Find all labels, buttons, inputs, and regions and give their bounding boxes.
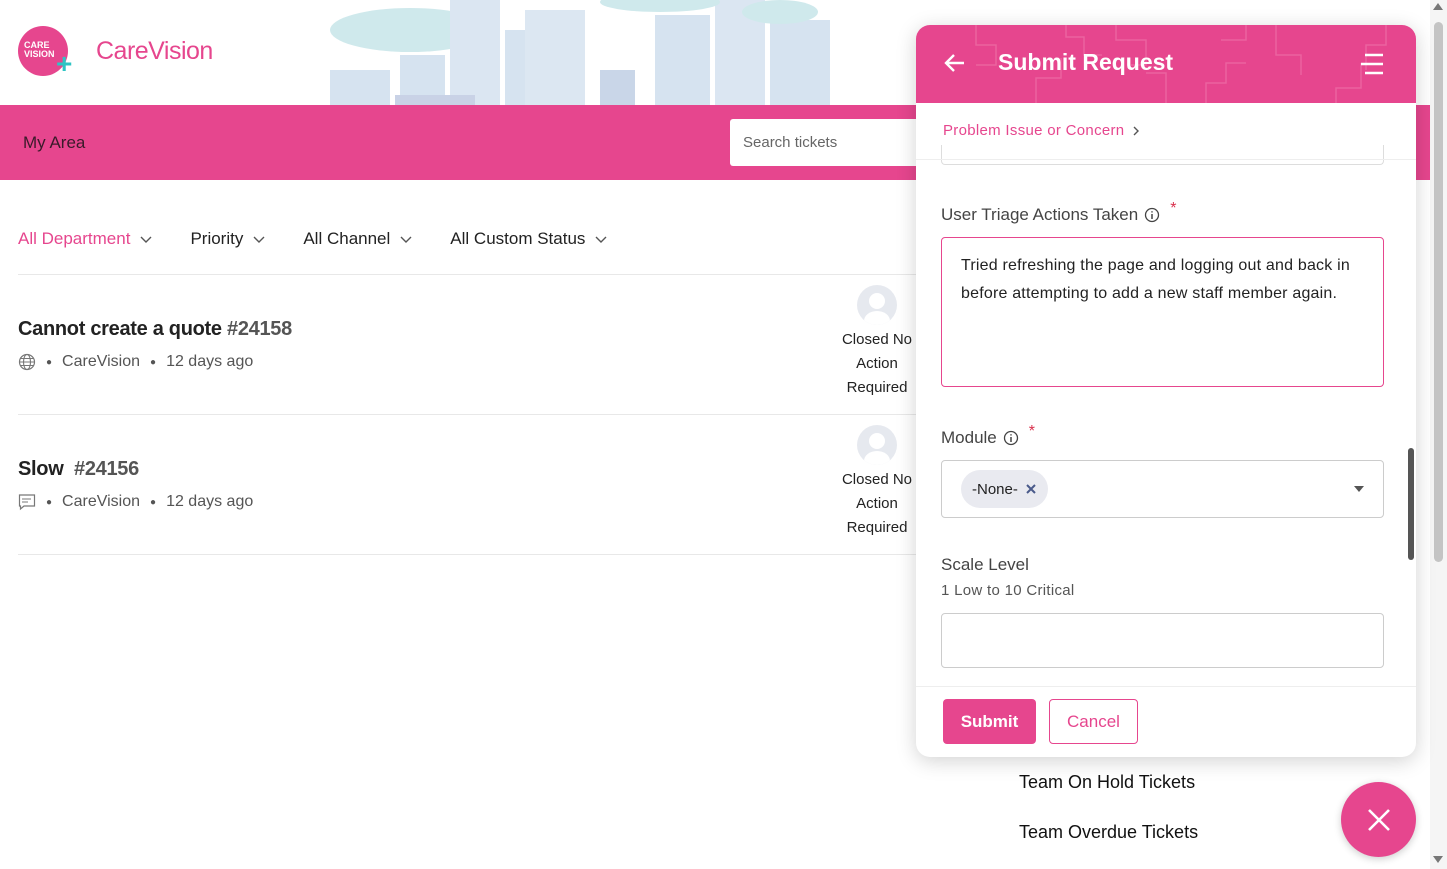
- scrollbar-thumb[interactable]: [1434, 22, 1443, 562]
- logo-plus-icon: +: [56, 48, 73, 79]
- module-chip: -None-: [961, 470, 1048, 508]
- status-text: Closed No: [841, 471, 913, 488]
- close-icon[interactable]: [1025, 483, 1037, 495]
- filter-custom-status[interactable]: All Custom Status: [450, 229, 607, 249]
- avatar: [857, 425, 897, 465]
- field-label: Scale Level: [941, 555, 1029, 574]
- submit-request-panel: Submit Request Problem Issue or Concern …: [916, 25, 1416, 757]
- info-icon[interactable]: [1144, 207, 1160, 223]
- triage-actions-textarea[interactable]: Tried refreshing the page and logging ou…: [941, 237, 1384, 387]
- close-icon: [1367, 808, 1390, 831]
- ticket-meta: ● CareVision ● 12 days ago: [18, 493, 918, 511]
- filter-label: All Channel: [303, 229, 391, 248]
- status-badge: Closed No Action Required: [838, 468, 916, 540]
- cancel-button[interactable]: Cancel: [1049, 699, 1138, 744]
- ticket-age: 12 days ago: [166, 493, 254, 510]
- ticket-source: CareVision: [62, 353, 141, 370]
- required-asterisk: *: [1170, 200, 1177, 217]
- ticket-age: 12 days ago: [166, 353, 254, 370]
- divider: [18, 554, 918, 555]
- module-label: Module *: [941, 423, 1035, 448]
- info-icon[interactable]: [1003, 430, 1019, 446]
- field-label: Module: [941, 428, 997, 447]
- divider: [916, 159, 1416, 160]
- filter-department[interactable]: All Department: [18, 229, 152, 249]
- ticket-title[interactable]: Cannot create a quote #24158: [18, 318, 918, 341]
- panel-header: Submit Request: [916, 25, 1416, 103]
- status-text: Required: [846, 519, 908, 536]
- triage-label: User Triage Actions Taken *: [941, 200, 1176, 225]
- menu-icon[interactable]: [1359, 52, 1385, 76]
- divider: [18, 414, 918, 415]
- area-title: My Area: [23, 133, 86, 152]
- close-fab-button[interactable]: [1341, 782, 1416, 857]
- search-input[interactable]: Search tickets: [730, 119, 930, 166]
- menu-item-team-overdue[interactable]: Team Overdue Tickets: [1019, 822, 1198, 843]
- chevron-down-icon: [253, 236, 265, 243]
- status-badge: Closed No Action Required: [838, 328, 916, 400]
- separator-dot: ●: [150, 356, 157, 368]
- panel-scrollbar-thumb[interactable]: [1408, 448, 1414, 560]
- separator-dot: ●: [150, 496, 157, 508]
- page-scrollbar[interactable]: [1430, 0, 1447, 869]
- scale-label: Scale Level: [941, 555, 1029, 575]
- ticket-meta: ● CareVision ● 12 days ago: [18, 353, 918, 371]
- filter-channel[interactable]: All Channel: [303, 229, 412, 249]
- divider: [18, 274, 918, 275]
- logo-badge: CARE VISION +: [18, 26, 72, 78]
- status-text: Required: [846, 379, 908, 396]
- chevron-right-icon: [1133, 126, 1140, 135]
- ticket-number: #24156: [74, 458, 139, 480]
- chip-label: -None-: [972, 480, 1018, 498]
- divider: [916, 686, 1416, 687]
- previous-field-edge: [941, 145, 1384, 165]
- status-text: Action: [856, 355, 898, 372]
- status-text: Closed No: [841, 331, 913, 348]
- field-label: User Triage Actions Taken: [941, 205, 1139, 224]
- chat-icon: [18, 494, 36, 511]
- filter-label: All Custom Status: [450, 229, 586, 248]
- breadcrumb-item: Problem Issue or Concern: [943, 122, 1125, 139]
- ticket-row[interactable]: Cannot create a quote #24158 ● CareVisio…: [18, 285, 918, 396]
- ticket-source: CareVision: [62, 493, 141, 510]
- avatar: [857, 285, 897, 325]
- status-text: Action: [856, 495, 898, 512]
- ticket-title[interactable]: Slow #24156: [18, 458, 918, 481]
- scroll-up-arrow-icon[interactable]: [1433, 3, 1443, 10]
- globe-icon: [18, 353, 36, 371]
- module-select[interactable]: -None-: [941, 460, 1384, 518]
- panel-title: Submit Request: [998, 49, 1174, 75]
- brand-name: CareVision: [96, 36, 213, 65]
- filter-bar: All Department Priority All Channel All …: [18, 229, 645, 249]
- filter-priority[interactable]: Priority: [190, 229, 265, 249]
- ticket-subject: Cannot create a quote: [18, 318, 222, 340]
- caret-down-icon[interactable]: [1354, 486, 1364, 492]
- required-asterisk: *: [1028, 423, 1035, 440]
- submit-button[interactable]: Submit: [943, 699, 1036, 744]
- skyline-illustration: [330, 0, 830, 105]
- scale-level-input[interactable]: [941, 613, 1384, 668]
- filter-label: Priority: [190, 229, 244, 248]
- back-arrow-icon[interactable]: [944, 52, 966, 74]
- ticket-row[interactable]: Slow #24156 ● CareVision ● 12 days ago C…: [18, 425, 918, 536]
- ticket-number: #24158: [227, 318, 292, 340]
- separator-dot: ●: [46, 356, 53, 368]
- scale-hint: 1 Low to 10 Critical: [941, 582, 1075, 599]
- separator-dot: ●: [46, 496, 53, 508]
- chevron-down-icon: [595, 236, 607, 243]
- scroll-down-arrow-icon[interactable]: [1433, 856, 1443, 863]
- chevron-down-icon: [140, 236, 152, 243]
- menu-item-team-on-hold[interactable]: Team On Hold Tickets: [1019, 772, 1195, 793]
- ticket-subject: Slow: [18, 458, 64, 480]
- chevron-down-icon: [400, 236, 412, 243]
- breadcrumb[interactable]: Problem Issue or Concern: [943, 122, 1140, 139]
- brand-logo[interactable]: CARE VISION + CareVision: [18, 26, 213, 78]
- filter-label: All Department: [18, 229, 131, 248]
